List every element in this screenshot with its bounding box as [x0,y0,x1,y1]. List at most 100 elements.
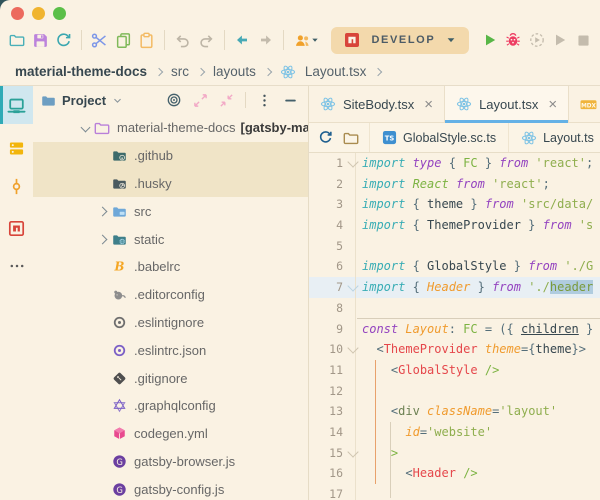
profiler-play-icon [552,32,568,48]
back-button[interactable] [232,27,253,53]
tree-item-husky[interactable]: .husky [33,169,308,198]
tool-stripe-project[interactable] [0,86,33,124]
line-number[interactable]: 11 [309,359,356,381]
sync-button[interactable] [53,27,74,53]
line-number[interactable]: 17 [309,484,356,500]
collapse-all-icon[interactable] [219,93,234,108]
tree-item-gitignore[interactable]: .gitignore [33,364,308,392]
related-tab-globalstyle[interactable]: TS GlobalStyle.sc.ts [369,123,508,152]
breadcrumb-file[interactable]: Layout.tsx [305,64,367,79]
tab-sitebody[interactable]: SiteBody.tsx × [309,86,446,122]
code-with-me-button[interactable] [291,27,321,53]
chevron-right-icon[interactable] [97,234,108,245]
related-tab-layout[interactable]: Layout.ts [508,123,600,152]
tool-stripe-version-control[interactable] [0,167,33,205]
copy-button[interactable] [112,27,133,53]
project-tree[interactable]: material-theme-docs[gatsby-mate .github .h… [33,114,308,500]
line-number[interactable]: 12 [309,380,356,402]
zoom-window-button[interactable] [53,7,66,20]
paste-button[interactable] [136,27,157,53]
code-line[interactable]: 14 id='website' [309,421,600,443]
folderStatic-icon [111,232,127,247]
tree-item-babelrc[interactable]: B .babelrc [33,253,308,281]
code-line[interactable]: 3 import { theme } from 'src/data/ [309,194,600,216]
code-text: import { Header } from './header [362,280,594,295]
profile-button[interactable] [549,27,570,53]
close-icon[interactable]: × [548,97,557,112]
code-line[interactable]: 12 [309,380,600,402]
line-number[interactable]: 9 [309,318,356,340]
titlebar[interactable] [0,0,600,22]
tree-item-eslintrc-json[interactable]: .eslintrc.json [33,336,308,364]
tab-layout[interactable]: Layout.tsx × [445,86,570,123]
tree-item-eslintignore[interactable]: .eslintignore [33,309,308,337]
line-number[interactable]: 13 [309,401,356,422]
line-number[interactable]: 8 [309,297,356,319]
tree-item-gatsby-browser-js[interactable]: Ggatsby-browser.js [33,448,308,476]
run-configuration-select[interactable]: DEVELOP [331,26,470,54]
related-files-bar: TS GlobalStyle.sc.ts Layout.ts [309,123,600,153]
sync-icon[interactable] [318,130,333,145]
tree-item-graphqlconfig[interactable]: .graphqlconfig [33,392,308,420]
tool-stripe-more[interactable] [0,247,33,285]
tree-item-static[interactable]: static [33,225,308,253]
react-icon [456,96,472,112]
forward-button[interactable] [255,27,276,53]
cut-button[interactable] [89,27,110,53]
breadcrumb-project[interactable]: material-theme-docs [15,64,147,79]
line-number[interactable]: 4 [309,215,356,236]
related-tab-label: GlobalStyle.sc.ts [403,130,497,145]
expand-all-icon[interactable] [193,93,208,108]
locate-file-icon[interactable] [166,92,182,108]
code-line[interactable]: 11 <GlobalStyle /> [309,359,600,381]
open-button[interactable] [6,27,27,53]
tree-item-codegen-yml[interactable]: codegen.yml [33,420,308,448]
tree-item-label: material-theme-docs [117,120,236,136]
window-controls [11,7,66,20]
redo-button[interactable] [195,27,216,53]
code-line[interactable]: 17 [309,484,600,500]
folder-icon[interactable] [343,130,359,146]
code-line[interactable]: 6 import { GlobalStyle } from './G [309,256,600,278]
tool-stripe-structure[interactable] [0,129,33,167]
line-number[interactable]: 2 [309,173,356,195]
close-icon[interactable]: × [424,97,433,112]
line-number[interactable]: 16 [309,463,356,484]
tree-item-gatsby-config-js[interactable]: Ggatsby-config.js [33,475,308,500]
breadcrumb-src[interactable]: src [171,64,189,79]
tree-item-src[interactable]: src [33,197,308,225]
code-editor[interactable]: 1 import type { FC } from 'react'; 2 import… [309,153,600,500]
line-number[interactable]: 3 [309,194,356,216]
project-panel-title[interactable]: Project [62,93,106,108]
debug-button[interactable] [503,27,524,53]
minimize-window-button[interactable] [32,7,45,20]
code-line[interactable]: 13 <div className='layout' [309,401,600,422]
chevron-down-icon[interactable] [112,95,123,106]
chevron-down-icon[interactable] [80,122,91,133]
tab-index[interactable]: MDX inde [569,86,600,122]
run-button[interactable] [479,27,500,53]
tool-stripe-npm[interactable] [0,209,33,247]
line-number[interactable]: 14 [309,421,356,443]
breadcrumb-layouts[interactable]: layouts [213,64,256,79]
code-line[interactable]: 4 import { ThemeProvider } from 's [309,215,600,236]
chevron-right-icon[interactable] [97,206,108,217]
code-line[interactable]: 16 <Header /> [309,463,600,484]
tree-item-editorconfig[interactable]: .editorconfig [33,281,308,309]
code-line[interactable]: 8 [309,297,600,319]
stop-button[interactable] [573,27,594,53]
editor-tab-bar: SiteBody.tsx × Layout.tsx × MDX inde [309,86,600,123]
hide-panel-icon[interactable] [283,93,298,108]
tree-item-material-theme-docs[interactable]: material-theme-docs[gatsby-mate [33,114,308,142]
close-window-button[interactable] [11,7,24,20]
run-with-coverage-button[interactable] [526,27,547,53]
undo-button[interactable] [172,27,193,53]
save-all-button[interactable] [29,27,50,53]
code-line[interactable]: 5 [309,235,600,257]
line-number[interactable]: 5 [309,235,356,257]
code-line[interactable]: 9 const Layout: FC = ({ children } [309,318,600,340]
options-kebab-icon[interactable] [257,93,272,108]
tree-item-github[interactable]: .github [33,141,308,170]
code-line[interactable]: 2 import React from 'react'; [309,173,600,195]
line-number[interactable]: 6 [309,256,356,278]
